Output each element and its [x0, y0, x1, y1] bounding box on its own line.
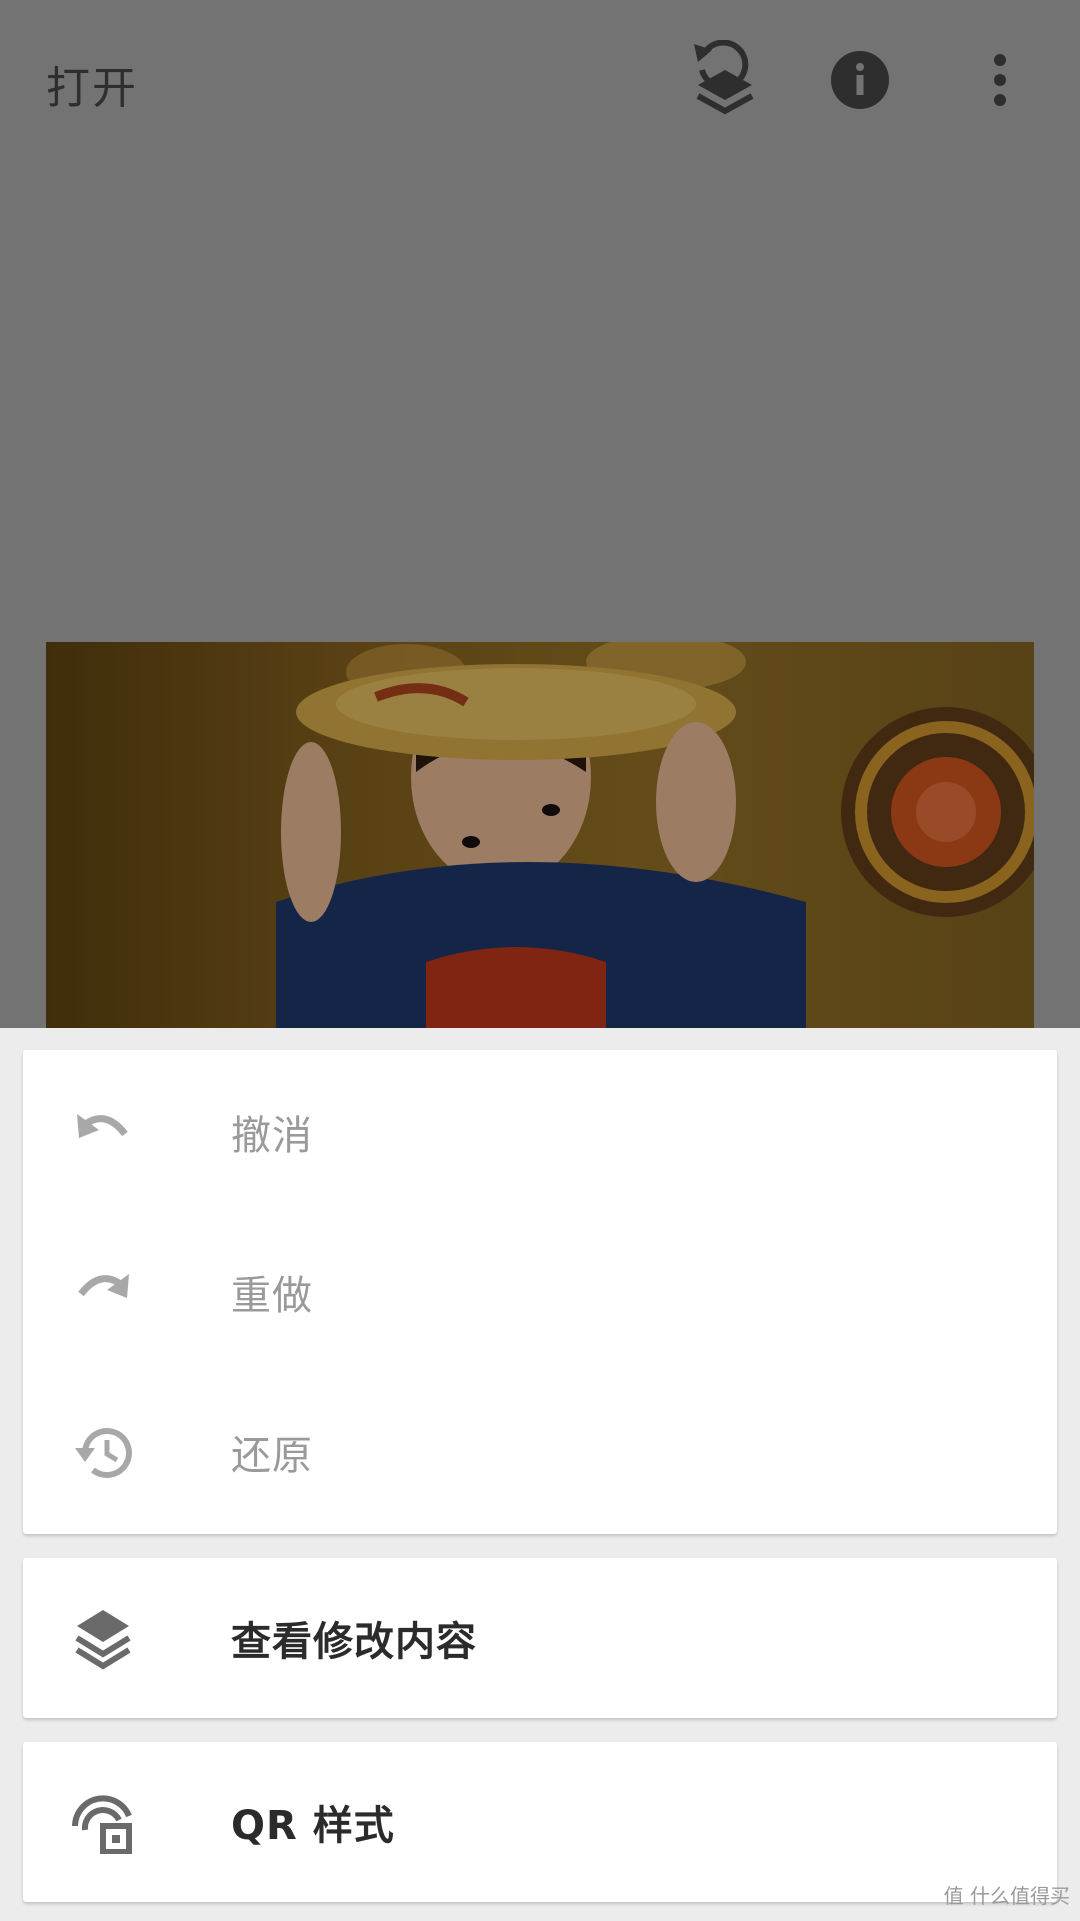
view-changes-item[interactable]: 查看修改内容	[23, 1558, 1057, 1718]
redo-item[interactable]: 重做	[23, 1212, 1057, 1372]
history-card: 撤消 重做 还原	[23, 1050, 1057, 1534]
undo-item[interactable]: 撤消	[23, 1052, 1057, 1212]
undo-icon	[71, 1100, 135, 1164]
more-vert-icon[interactable]	[985, 52, 1015, 108]
redo-label: 重做	[231, 1273, 313, 1319]
layers-icon	[71, 1606, 135, 1670]
redo-icon	[71, 1260, 135, 1324]
restore-history-icon	[71, 1420, 135, 1484]
open-button[interactable]: 打开	[46, 52, 138, 116]
restore-item[interactable]: 还原	[23, 1372, 1057, 1532]
qr-style-label: QR 样式	[231, 1803, 395, 1849]
undo-label: 撤消	[231, 1113, 313, 1159]
qr-style-item[interactable]: QR 样式	[23, 1742, 1057, 1902]
top-app-bar: 打开	[0, 0, 1080, 165]
qr-style-icon	[71, 1790, 135, 1855]
watermark: 值 什么值得买	[943, 1884, 1070, 1908]
history-layers-icon[interactable]	[690, 39, 760, 122]
info-icon[interactable]	[830, 50, 890, 110]
bottom-sheet-menu: 撤消 重做 还原 查看修改内容 QR 样式 值 什么值得买	[0, 1028, 1080, 1921]
photo-preview	[46, 642, 1034, 1028]
view-changes-label: 查看修改内容	[231, 1619, 477, 1665]
restore-label: 还原	[231, 1433, 313, 1479]
